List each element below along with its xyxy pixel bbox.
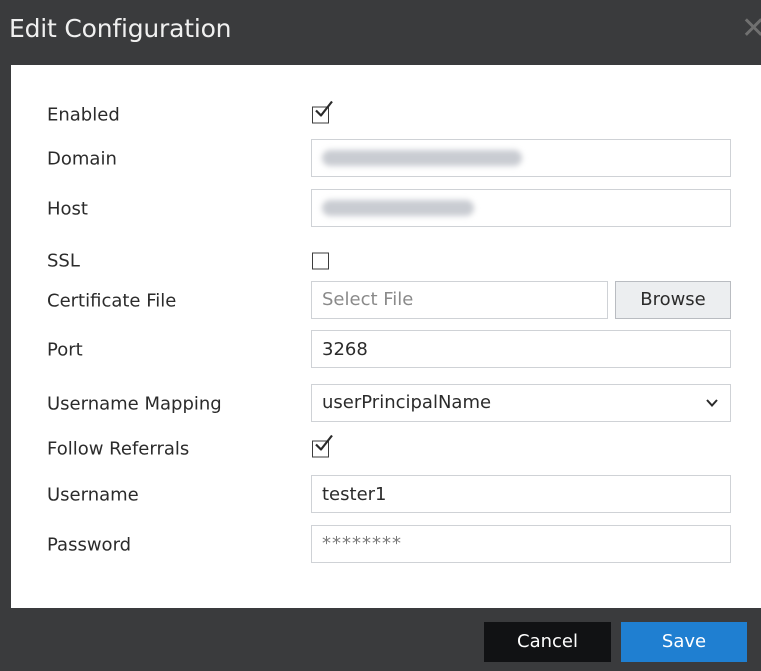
- enabled-label: Enabled: [47, 104, 120, 126]
- username-mapping-select[interactable]: userPrincipalName: [311, 384, 731, 422]
- check-icon: [315, 100, 333, 117]
- check-icon: [315, 434, 333, 451]
- username-row: Username: [11, 475, 761, 515]
- certificate-file-input[interactable]: Select File: [311, 281, 608, 319]
- domain-label: Domain: [47, 148, 117, 170]
- follow-referrals-checkbox[interactable]: [312, 434, 333, 458]
- certificate-file-label: Certificate File: [47, 290, 177, 312]
- redacted-host: [322, 200, 474, 216]
- password-row: Password ********: [11, 525, 761, 565]
- port-input[interactable]: [311, 330, 731, 368]
- port-row: Port: [11, 330, 761, 370]
- save-button[interactable]: Save: [621, 622, 747, 662]
- dialog-title: Edit Configuration: [9, 14, 232, 43]
- cancel-button[interactable]: Cancel: [484, 622, 611, 662]
- host-row: Host: [11, 189, 761, 229]
- dialog-body: Enabled Domain Host SSL Certificate File…: [11, 65, 761, 608]
- follow-referrals-label: Follow Referrals: [47, 438, 190, 460]
- redacted-domain: [322, 150, 522, 166]
- ssl-checkbox[interactable]: [312, 252, 329, 270]
- ssl-label: SSL: [47, 250, 80, 272]
- domain-row: Domain: [11, 139, 761, 179]
- close-icon[interactable]: ✕: [741, 14, 761, 44]
- enabled-checkbox[interactable]: [312, 100, 333, 124]
- certificate-file-row: Certificate File Select File Browse: [11, 281, 761, 321]
- username-mapping-label: Username Mapping: [47, 393, 222, 415]
- username-label: Username: [47, 484, 139, 506]
- dialog-footer: Cancel Save: [0, 608, 761, 671]
- port-label: Port: [47, 339, 83, 361]
- ssl-row: SSL: [11, 241, 761, 281]
- host-field[interactable]: [311, 189, 731, 227]
- chevron-down-icon: [706, 399, 718, 407]
- username-mapping-row: Username Mapping userPrincipalName: [11, 384, 761, 424]
- password-input[interactable]: ********: [311, 525, 731, 563]
- username-input[interactable]: [311, 475, 731, 513]
- host-label: Host: [47, 198, 88, 220]
- domain-field[interactable]: [311, 139, 731, 177]
- password-label: Password: [47, 534, 132, 556]
- username-mapping-value: userPrincipalName: [322, 392, 492, 413]
- enabled-row: Enabled: [11, 95, 761, 135]
- browse-button[interactable]: Browse: [615, 281, 731, 319]
- edit-configuration-dialog: Edit Configuration ✕ Enabled Domain Host: [0, 0, 761, 671]
- dialog-titlebar: Edit Configuration ✕: [0, 0, 761, 64]
- follow-referrals-row: Follow Referrals: [11, 429, 761, 469]
